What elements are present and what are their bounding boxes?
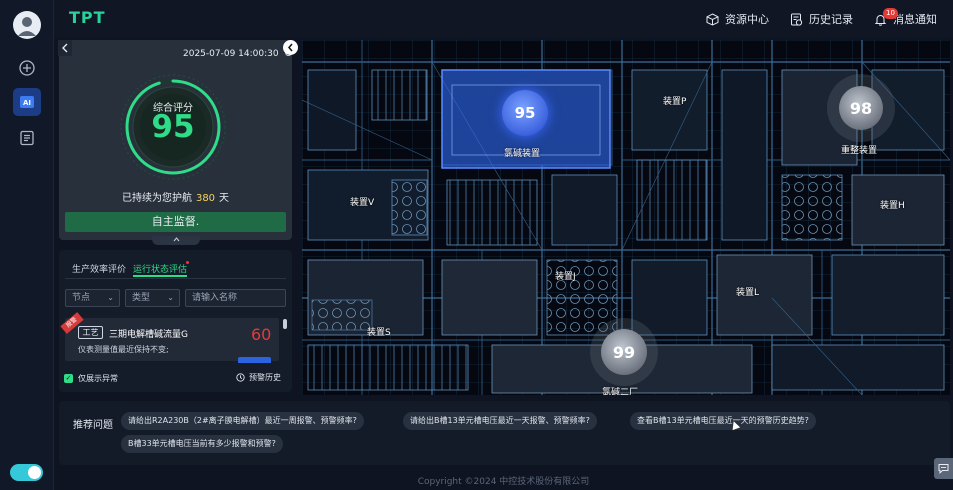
unit-label-h[interactable]: 装置H (880, 198, 905, 211)
guard-prefix: 已持续为您护航 (121, 193, 192, 204)
unit-label-p[interactable]: 装置P (663, 94, 686, 107)
type-select[interactable]: 类型 ⌄ (125, 289, 180, 307)
add-icon[interactable] (13, 54, 41, 82)
unit-label-j[interactable]: 装置J (555, 269, 576, 282)
checkbox-checked-icon: ✓ (64, 374, 73, 383)
nav-resource-center-label: 资源中心 (725, 13, 769, 26)
app-root: AI TPT 资源中心 历史记录 10 消息通知 2025-07-09 14:0… (0, 0, 953, 490)
left-rail: AI (0, 0, 54, 490)
alert-description: 仪表测量值最近保持不变; (78, 345, 169, 354)
question-chip[interactable]: 请给出R2A230B（2#离子膜电解槽）最近一周报警、预警频率? (121, 412, 364, 430)
history-doc-icon (791, 13, 803, 26)
toggle-knob (28, 466, 41, 479)
question-chip[interactable]: 请给出B槽13单元槽电压最近一天报警、预警频率? (403, 412, 597, 430)
user-avatar[interactable] (13, 11, 41, 39)
chevron-up-icon (173, 237, 179, 242)
alarm-history-label: 预警历史 (249, 373, 281, 382)
notification-count-badge: 10 (883, 7, 898, 19)
tab-alert-dot (186, 261, 189, 264)
score-datetime: 2025-07-09 14:00:30 (183, 48, 293, 59)
alert-score: 60 (251, 325, 272, 344)
theme-toggle[interactable] (10, 464, 43, 481)
plant-map[interactable]: 95 氯碱装置 装置P 98 重整装置 装置V 装置H 装置J 装置L 装置S … (302, 40, 950, 395)
document-list-icon[interactable] (13, 124, 41, 152)
unit-score-bubble-reforming[interactable]: 98 (839, 86, 883, 130)
node-select-label: 节点 (72, 293, 91, 303)
guard-days: 380 (195, 193, 216, 204)
score-value: 95 (151, 109, 195, 145)
unit-label-s[interactable]: 装置S (367, 325, 391, 338)
self-supervision-button[interactable]: 自主监督. (65, 212, 286, 232)
cube-icon (706, 12, 719, 26)
footer-copyright: Copyright ©2024 中控技术股份有限公司 (417, 477, 590, 487)
process-tag: 工艺 (78, 326, 103, 339)
nav-notifications[interactable]: 10 消息通知 (874, 7, 937, 28)
question-chip[interactable]: 查看B槽13单元槽电压最近一天的预警历史趋势? (630, 412, 816, 430)
unit-label-chlor-alkali-plant2[interactable]: 氯碱二厂 (602, 385, 638, 395)
ai-assistant-icon[interactable]: AI (13, 88, 41, 116)
active-tab-indicator (133, 275, 187, 277)
chevron-left-icon (62, 43, 68, 53)
unit-label-chlor-alkali[interactable]: 氯碱装置 (504, 146, 540, 159)
nav-resource-center[interactable]: 资源中心 (706, 10, 769, 28)
collapse-panel-button[interactable] (58, 40, 72, 56)
datetime-text: 2025-07-09 14:00:30 (183, 49, 279, 59)
chevron-left-icon (288, 43, 293, 52)
clock-icon (236, 373, 245, 382)
question-chip[interactable]: B槽33单元槽电压当前有多少报警和预警? (121, 435, 283, 453)
guard-suffix: 天 (219, 193, 230, 204)
nav-history-label: 历史记录 (809, 13, 853, 26)
unit-label-v[interactable]: 装置V (350, 195, 374, 208)
bell-icon: 10 (874, 7, 898, 26)
unit-score-bubble-chlor-alkali-plant2[interactable]: 99 (601, 329, 647, 375)
brand-logo: TPT (69, 8, 106, 27)
list-scrollbar[interactable] (283, 319, 287, 329)
unit-score-bubble-chlor-alkali[interactable]: 95 (502, 90, 548, 136)
top-bar: TPT 资源中心 历史记录 10 消息通知 (54, 0, 953, 38)
nav-history[interactable]: 历史记录 (790, 10, 853, 28)
chevron-down-icon: ⌄ (107, 293, 114, 302)
recommended-questions-title: 推荐问题 (73, 420, 113, 431)
alert-title: 三期电解槽碱流量G (109, 330, 188, 340)
name-search-input[interactable] (185, 289, 286, 307)
chevron-down-icon: ⌄ (167, 293, 174, 302)
type-select-label: 类型 (132, 293, 151, 303)
tab-production-efficiency[interactable]: 生产效率评价 (72, 262, 126, 275)
tab-divider (65, 278, 286, 279)
node-select[interactable]: 节点 ⌄ (65, 289, 120, 307)
only-abnormal-checkbox[interactable]: ✓ 仅展示异常 (64, 373, 118, 384)
tab-running-state[interactable]: 运行状态评估 (133, 262, 187, 275)
unit-label-l[interactable]: 装置L (736, 285, 759, 298)
guard-duration: 已持续为您护航 380 天 (59, 189, 292, 204)
alert-action-button[interactable] (238, 357, 271, 363)
panel-handle[interactable] (152, 236, 200, 245)
alarm-history-link[interactable]: 预警历史 (236, 372, 281, 383)
chat-bubble-icon (938, 464, 949, 474)
map-collapse-button[interactable] (283, 40, 298, 55)
svg-text:AI: AI (23, 99, 31, 107)
unit-label-reforming[interactable]: 重整装置 (841, 143, 877, 156)
nav-notifications-label: 消息通知 (893, 13, 937, 26)
only-abnormal-label: 仅展示异常 (78, 374, 118, 383)
feedback-chat-button[interactable] (934, 458, 953, 479)
recommended-questions-panel (59, 401, 950, 465)
